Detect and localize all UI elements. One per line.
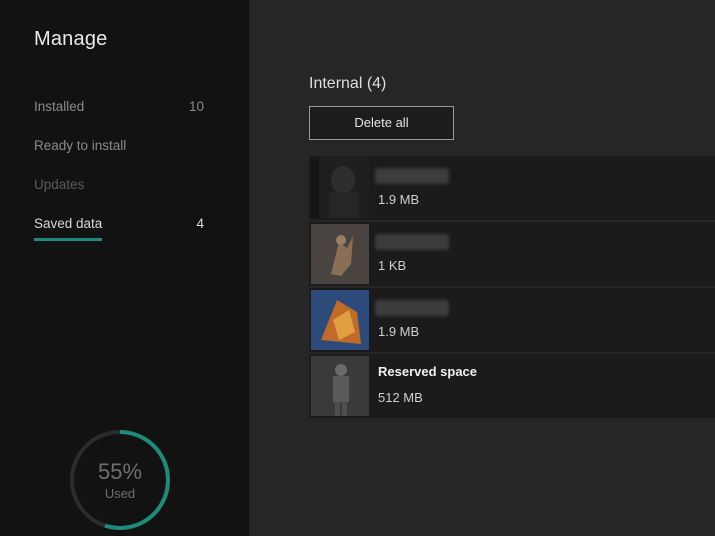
section-heading: Internal (4) (309, 75, 387, 92)
sidebar-item-count: 10 (188, 99, 204, 114)
item-size: 1.9 MB (378, 324, 420, 339)
game-thumbnail (311, 224, 369, 284)
sidebar-item-label: Saved data (34, 216, 103, 231)
saved-data-list: 1.9 MB 1 KB 1.9 MB Reserved space 512 MB (309, 156, 715, 420)
sidebar-item-updates[interactable]: Updates (34, 175, 204, 199)
sidebar-item-label: Ready to install (34, 138, 127, 153)
sidebar-title: Manage (34, 28, 108, 50)
sidebar-item-saved-data[interactable]: Saved data 4 (34, 214, 204, 241)
sidebar-item-ready-to-install[interactable]: Ready to install (34, 136, 204, 160)
main-panel: Internal (4) Delete all 1.9 MB 1 KB 1.9 … (249, 0, 715, 536)
manage-screen: Manage Installed 10 Ready to install Upd… (0, 0, 715, 536)
game-thumbnail (311, 158, 369, 218)
item-size: 512 MB (378, 390, 423, 405)
game-thumbnail (311, 356, 369, 416)
game-thumbnail (311, 290, 369, 350)
sidebar-item-label: Updates (34, 177, 85, 192)
storage-percent: 55% (97, 459, 143, 484)
list-item[interactable]: Reserved space 512 MB (309, 354, 715, 418)
sidebar: Manage Installed 10 Ready to install Upd… (0, 0, 249, 536)
redacted-title (375, 168, 449, 184)
list-item[interactable]: 1 KB (309, 222, 715, 286)
list-item[interactable]: 1.9 MB (309, 156, 715, 220)
list-item[interactable]: 1.9 MB (309, 288, 715, 352)
storage-label: Used (104, 486, 136, 501)
delete-all-button[interactable]: Delete all (309, 106, 454, 140)
item-size: 1.9 MB (378, 192, 420, 207)
sidebar-item-count: 4 (196, 216, 204, 231)
sidebar-item-label: Installed (34, 99, 85, 114)
storage-readout: 55% Used (68, 459, 172, 502)
item-size: 1 KB (378, 258, 407, 273)
sidebar-item-installed[interactable]: Installed 10 (34, 97, 204, 121)
redacted-title (375, 300, 449, 316)
item-title: Reserved space (378, 364, 478, 379)
selected-indicator (34, 238, 102, 241)
redacted-title (375, 234, 449, 250)
